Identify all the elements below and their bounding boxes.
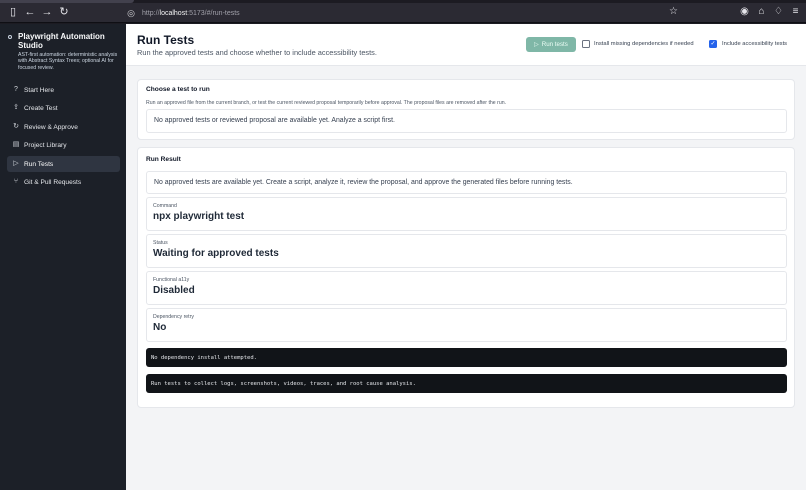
sidebar-item-label: Create Test xyxy=(24,104,58,112)
field-value: Waiting for approved tests xyxy=(153,248,279,259)
install-deps-label[interactable]: Install missing dependencies if needed xyxy=(594,41,694,47)
field-label: Command xyxy=(153,203,177,209)
address-bar[interactable]: ◎ http://localhost:5173/#/run-tests xyxy=(126,5,686,21)
choose-test-hint: Run an approved file from the current br… xyxy=(146,100,507,106)
run-result-card: Run Result No approved tests are availab… xyxy=(137,147,795,408)
forward-icon[interactable]: → xyxy=(41,6,53,18)
run-tests-button[interactable]: ▷ Run tests xyxy=(526,37,576,52)
refresh-icon: ↻ xyxy=(13,123,19,130)
sidebar: Playwright Automation Studio AST-first a… xyxy=(0,24,126,490)
run-log: Run tests to collect logs, screenshots, … xyxy=(146,374,787,393)
active-tab-indicator[interactable] xyxy=(0,0,134,3)
choose-test-title: Choose a test to run xyxy=(146,86,210,93)
run-tests-button-label: Run tests xyxy=(541,41,568,48)
field-value: No xyxy=(153,322,167,333)
git-branch-icon: ⑂ xyxy=(13,178,19,185)
app-title: Playwright Automation Studio xyxy=(18,32,105,50)
brand-logo-icon xyxy=(8,35,12,39)
run-result-message-text: No approved tests are available yet. Cre… xyxy=(154,179,573,186)
bookmark-star-icon[interactable]: ☆ xyxy=(668,6,679,17)
a11y-checkbox[interactable]: ✓ xyxy=(709,40,717,48)
sidebar-item-project-library[interactable]: ▤ Project Library xyxy=(7,137,120,153)
sidebar-item-create-test[interactable]: ⇪ Create Test xyxy=(7,100,120,116)
url-prefix: http:// xyxy=(142,9,160,17)
play-icon: ▷ xyxy=(534,42,539,48)
sidebar-item-start-here[interactable]: ? Start Here xyxy=(7,82,120,98)
menu-icon[interactable]: ≡ xyxy=(790,6,801,17)
upload-icon: ⇪ xyxy=(13,104,19,111)
a11y-label[interactable]: Include accessibility tests xyxy=(722,41,787,47)
sidebar-item-review-approve[interactable]: ↻ Review & Approve xyxy=(7,119,120,135)
sidebar-item-label: Review & Approve xyxy=(24,123,78,131)
status-field: Status Waiting for approved tests xyxy=(146,234,787,268)
dependency-retry-field: Dependency retry No xyxy=(146,308,787,342)
extension-icon[interactable]: ♢ xyxy=(773,6,784,17)
sidebar-toggle-icon[interactable]: ▯ xyxy=(7,6,19,18)
url-path: :5173/#/run-tests xyxy=(187,9,240,17)
command-field: Command npx playwright test xyxy=(146,197,787,231)
sidebar-item-label: Run Tests xyxy=(24,160,54,168)
run-result-title: Run Result xyxy=(146,156,181,163)
extensions-icon[interactable]: ⌂ xyxy=(756,6,767,17)
field-value: npx playwright test xyxy=(153,211,245,222)
field-value: Disabled xyxy=(153,285,195,296)
sidebar-item-run-tests[interactable]: ▷ Run Tests xyxy=(7,156,120,172)
sidebar-item-git-pull-requests[interactable]: ⑂ Git & Pull Requests xyxy=(7,174,120,190)
field-label: Status xyxy=(153,240,168,246)
sidebar-item-label: Start Here xyxy=(24,86,55,94)
install-deps-checkbox[interactable] xyxy=(582,40,590,48)
url-host: localhost xyxy=(159,9,188,17)
sidebar-item-label: Git & Pull Requests xyxy=(24,178,82,186)
field-label: Dependency retry xyxy=(153,314,194,320)
play-icon: ▷ xyxy=(13,160,19,167)
back-icon[interactable]: ← xyxy=(24,6,36,18)
page-title: Run Tests xyxy=(137,33,195,47)
browser-toolbar: ▯ ← → ↻ ◎ http://localhost:5173/#/run-te… xyxy=(0,0,806,23)
app-description: AST-first automation: deterministic anal… xyxy=(18,52,118,71)
page-subtitle: Run the approved tests and choose whethe… xyxy=(137,48,377,57)
functional-a11y-field: Functional a11y Disabled xyxy=(146,271,787,305)
sidebar-item-label: Project Library xyxy=(24,141,67,149)
empty-state-text: No approved tests or reviewed proposal a… xyxy=(154,117,395,124)
help-circle-icon: ? xyxy=(14,86,18,93)
file-icon: ▤ xyxy=(12,141,20,148)
url-text[interactable]: http://localhost:5173/#/run-tests xyxy=(142,10,240,17)
main-content: Run Tests Run the approved tests and cho… xyxy=(126,24,806,490)
run-result-message: No approved tests are available yet. Cre… xyxy=(146,171,787,194)
dependency-log: No dependency install attempted. xyxy=(146,348,787,367)
choose-test-empty-state: No approved tests or reviewed proposal a… xyxy=(146,109,787,133)
account-icon[interactable]: ◉ xyxy=(739,6,750,17)
site-info-icon[interactable]: ◎ xyxy=(126,8,136,18)
choose-test-card: Choose a test to run Run an approved fil… xyxy=(137,79,795,140)
reload-icon[interactable]: ↻ xyxy=(58,6,70,18)
page-header: Run Tests Run the approved tests and cho… xyxy=(126,24,806,66)
field-label: Functional a11y xyxy=(153,277,190,283)
